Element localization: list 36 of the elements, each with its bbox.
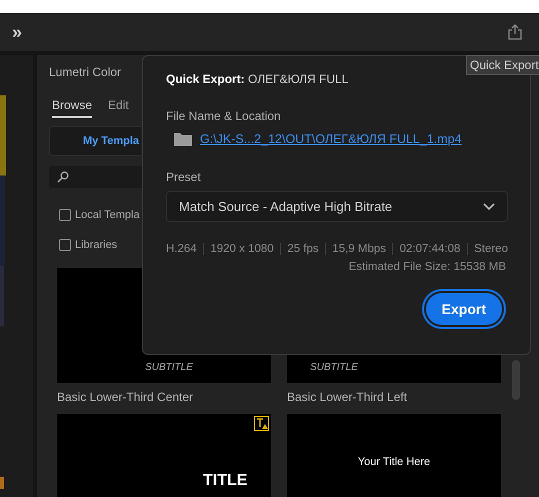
estimated-file-size: Estimated File Size: 15538 MB bbox=[348, 261, 506, 273]
thumbnail-title: Your Title Here bbox=[358, 456, 430, 468]
tab[interactable]: Edit bbox=[108, 98, 129, 118]
template-thumbnail[interactable]: Your Title Here bbox=[287, 414, 501, 497]
preset-dropdown[interactable]: Match Source - Adaptive High Bitrate bbox=[166, 191, 508, 222]
spec-value: 1920 x 1080 bbox=[210, 243, 274, 255]
scrollbar-thumb[interactable] bbox=[512, 360, 520, 400]
share-icon[interactable] bbox=[507, 24, 523, 40]
panel-overflow-button[interactable]: » bbox=[12, 22, 22, 42]
checkbox[interactable] bbox=[59, 239, 71, 251]
thumbnail-subtitle: SUBTITLE bbox=[310, 362, 358, 373]
popup-title: Quick Export: ОЛЕГ&ЮЛЯ FULL bbox=[166, 72, 348, 86]
export-button[interactable]: Export bbox=[426, 293, 502, 325]
my-templates-button[interactable]: My Templa bbox=[49, 126, 141, 156]
preset-label: Preset bbox=[166, 170, 201, 184]
checkbox-label: Local Templa bbox=[75, 209, 140, 221]
tab[interactable]: Browse bbox=[52, 98, 92, 118]
checkbox-label: Libraries bbox=[75, 239, 118, 251]
folder-icon[interactable] bbox=[174, 132, 192, 146]
spec-value: 02:07:44:08 bbox=[400, 243, 460, 255]
search-icon bbox=[57, 171, 69, 183]
template-name: Basic Lower-Third Left bbox=[287, 390, 408, 404]
chevron-icon bbox=[483, 202, 495, 210]
thumbnail-title: TITLE bbox=[203, 472, 248, 490]
panel-title: Lumetri Color bbox=[49, 65, 122, 79]
tooltip: Quick Export bbox=[466, 55, 539, 75]
spec-value: 15,9 Mbps bbox=[332, 243, 386, 255]
template-thumbnail[interactable]: TITLE bbox=[57, 414, 271, 497]
output-path-link[interactable]: G:\JK-S...2_12\OUT\ОЛЕГ&ЮЛЯ FULL_1.mp4 bbox=[200, 132, 462, 146]
spec-value: Stereo bbox=[474, 243, 508, 255]
checkbox[interactable] bbox=[59, 209, 71, 221]
template-name: Basic Lower-Third Center bbox=[57, 390, 194, 404]
location-label: File Name & Location bbox=[166, 109, 281, 123]
thumbnail-subtitle: SUBTITLE bbox=[145, 362, 193, 373]
spec-value: H.264 bbox=[166, 243, 197, 255]
spec-value: 25 fps bbox=[287, 243, 319, 255]
